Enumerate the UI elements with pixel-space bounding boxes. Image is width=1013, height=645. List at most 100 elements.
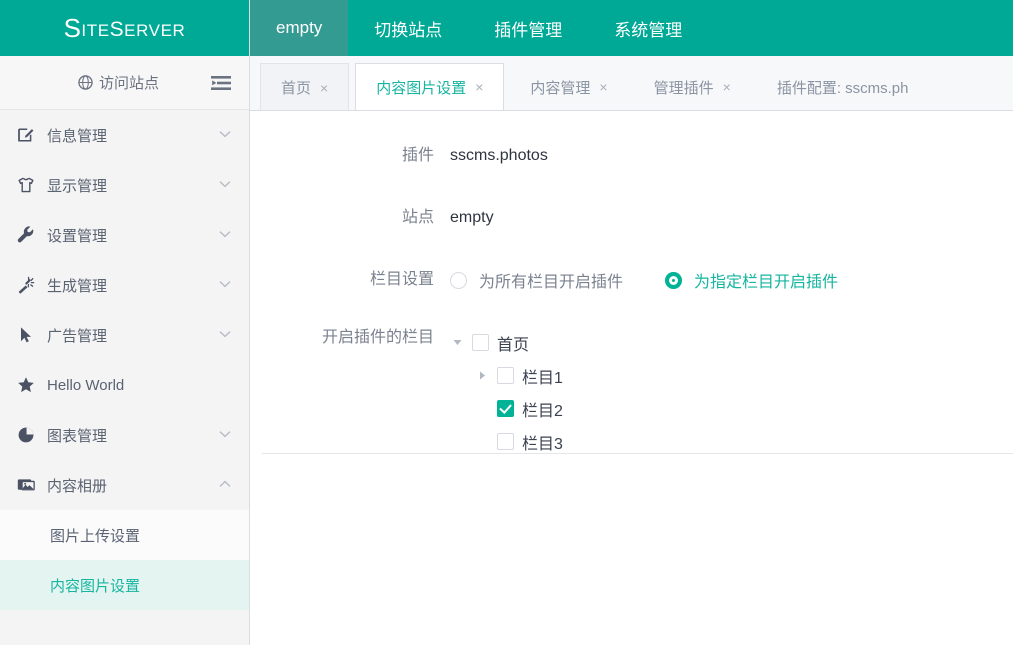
sidebar-item-label: 生成管理 xyxy=(47,275,208,296)
sidebar-menu: 信息管理 显示管理 xyxy=(0,110,249,645)
app-root: SITESERVER 访问站点 xyxy=(0,0,1013,645)
tshirt-icon xyxy=(16,175,36,195)
sidebar-item-settings[interactable]: 设置管理 xyxy=(0,210,249,260)
plugin-label: 插件 xyxy=(250,137,450,175)
sidebar-subitem-image-upload-settings[interactable]: 图片上传设置 xyxy=(0,510,249,560)
radio-all-channels[interactable]: 为所有栏目开启插件 xyxy=(450,268,623,292)
content-panel: 插件 sscms.photos 站点 empty 栏目设置 为所有栏目开启插件 xyxy=(250,111,1013,645)
nav-item-label: 切换站点 xyxy=(374,16,442,41)
globe-icon xyxy=(78,75,93,90)
top-navigation: empty 切换站点 插件管理 系统管理 xyxy=(250,0,1013,56)
content-divider xyxy=(262,453,1013,454)
nav-item-system-management[interactable]: 系统管理 xyxy=(588,0,708,56)
sidebar: SITESERVER 访问站点 xyxy=(0,0,250,645)
sidebar-subitem-label: 内容图片设置 xyxy=(50,575,140,596)
tree-node-label: 首页 xyxy=(497,331,529,355)
sidebar-item-label: 内容相册 xyxy=(47,475,208,496)
close-icon[interactable]: × xyxy=(475,80,483,94)
sidebar-item-advertising[interactable]: 广告管理 xyxy=(0,310,249,360)
nav-item-label: 插件管理 xyxy=(494,16,562,41)
hamburger-collapse-icon[interactable] xyxy=(211,76,231,90)
sidebar-submenu-content-album: 图片上传设置 内容图片设置 xyxy=(0,510,249,610)
tab-manage-plugins[interactable]: 管理插件 × xyxy=(634,63,751,111)
siteserver-logo: SITESERVER xyxy=(64,14,186,42)
visit-site-button[interactable]: 访问站点 xyxy=(0,72,211,93)
tree-node-home[interactable]: 首页 xyxy=(450,326,563,359)
nav-item-empty[interactable]: empty xyxy=(250,0,348,56)
sidebar-item-charts[interactable]: 图表管理 xyxy=(0,410,249,460)
tab-label: 首页 xyxy=(281,77,311,98)
close-icon[interactable]: × xyxy=(320,81,328,95)
sidebar-item-information[interactable]: 信息管理 xyxy=(0,110,249,160)
close-icon[interactable]: × xyxy=(599,80,607,94)
sidebar-item-label: Hello World xyxy=(47,377,231,394)
channel-tree-label: 开启插件的栏目 xyxy=(250,319,450,357)
chevron-down-icon xyxy=(219,230,231,241)
form-row-plugin: 插件 sscms.photos xyxy=(250,137,1013,199)
checkbox-icon[interactable] xyxy=(497,400,514,417)
logo-s2: S xyxy=(110,18,125,42)
nav-item-switch-site[interactable]: 切换站点 xyxy=(348,0,468,56)
sidebar-item-hello-world[interactable]: Hello World xyxy=(0,360,249,410)
tab-home[interactable]: 首页 × xyxy=(260,63,349,111)
radio-icon[interactable] xyxy=(450,272,467,289)
magic-wand-icon xyxy=(16,275,36,295)
chevron-down-icon xyxy=(219,180,231,191)
logo-erver: ERVER xyxy=(124,21,185,41)
tab-content-image-settings[interactable]: 内容图片设置 × xyxy=(355,63,504,111)
form-row-channel-tree: 开启插件的栏目 首页 xyxy=(250,319,1013,458)
close-icon[interactable]: × xyxy=(723,80,731,94)
channel-setting-radio-group: 为所有栏目开启插件 为指定栏目开启插件 xyxy=(450,261,838,299)
sidebar-item-display[interactable]: 显示管理 xyxy=(0,160,249,210)
radio-specified-channels[interactable]: 为指定栏目开启插件 xyxy=(665,268,838,292)
tree-node-channel-1[interactable]: 栏目1 xyxy=(450,359,563,392)
channel-setting-label: 栏目设置 xyxy=(250,261,450,299)
chevron-down-icon xyxy=(219,130,231,141)
cursor-arrow-icon xyxy=(16,325,36,345)
sidebar-item-label: 广告管理 xyxy=(47,325,208,346)
form-row-site: 站点 empty xyxy=(250,199,1013,261)
checkbox-icon[interactable] xyxy=(472,334,489,351)
tab-label: 内容管理 xyxy=(530,77,590,98)
logo-s-glyph: S xyxy=(64,15,82,41)
caret-right-icon[interactable] xyxy=(475,371,489,380)
main-area: empty 切换站点 插件管理 系统管理 首页 × 内容图片设置 × 内容管理 xyxy=(250,0,1013,645)
logo-bar[interactable]: SITESERVER xyxy=(0,0,249,56)
sidebar-item-label: 图表管理 xyxy=(47,425,208,446)
radio-icon[interactable] xyxy=(665,272,682,289)
tab-content-management[interactable]: 内容管理 × xyxy=(510,63,627,111)
logo-ite: ITE xyxy=(81,21,109,41)
chevron-down-icon xyxy=(219,280,231,291)
tree-node-label: 栏目1 xyxy=(522,364,563,388)
nav-item-label: empty xyxy=(276,18,322,38)
wrench-icon xyxy=(16,225,36,245)
nav-item-plugin-management[interactable]: 插件管理 xyxy=(468,0,588,56)
star-icon xyxy=(16,375,36,395)
edit-square-icon xyxy=(16,125,36,145)
sidebar-subitem-label: 图片上传设置 xyxy=(50,525,140,546)
site-label: 站点 xyxy=(250,199,450,237)
caret-down-icon[interactable] xyxy=(450,339,464,346)
chevron-down-icon xyxy=(219,330,231,341)
sidebar-item-label: 信息管理 xyxy=(47,125,208,146)
sidebar-item-generate[interactable]: 生成管理 xyxy=(0,260,249,310)
radio-label: 为指定栏目开启插件 xyxy=(694,268,838,292)
site-bar: 访问站点 xyxy=(0,56,249,110)
checkbox-icon[interactable] xyxy=(497,433,514,450)
tab-label: 内容图片设置 xyxy=(376,77,466,98)
tree-node-label: 栏目2 xyxy=(522,397,563,421)
photos-icon xyxy=(16,475,36,495)
checkbox-icon[interactable] xyxy=(497,367,514,384)
tab-label: 管理插件 xyxy=(654,77,714,98)
radio-label: 为所有栏目开启插件 xyxy=(479,268,623,292)
channel-tree: 首页 栏目1 栏目2 xyxy=(450,319,563,458)
tree-node-label: 栏目3 xyxy=(522,430,563,454)
tab-plugin-config[interactable]: 插件配置: sscms.ph xyxy=(757,63,929,111)
tab-label: 插件配置: sscms.ph xyxy=(777,77,909,98)
sidebar-subitem-content-image-settings[interactable]: 内容图片设置 xyxy=(0,560,249,610)
sidebar-item-content-album[interactable]: 内容相册 xyxy=(0,460,249,510)
visit-site-label: 访问站点 xyxy=(99,72,159,93)
tree-node-channel-2[interactable]: 栏目2 xyxy=(450,392,563,425)
form-row-channel-setting: 栏目设置 为所有栏目开启插件 为指定栏目开启插件 xyxy=(250,261,1013,319)
plugin-config-form: 插件 sscms.photos 站点 empty 栏目设置 为所有栏目开启插件 xyxy=(250,111,1013,458)
